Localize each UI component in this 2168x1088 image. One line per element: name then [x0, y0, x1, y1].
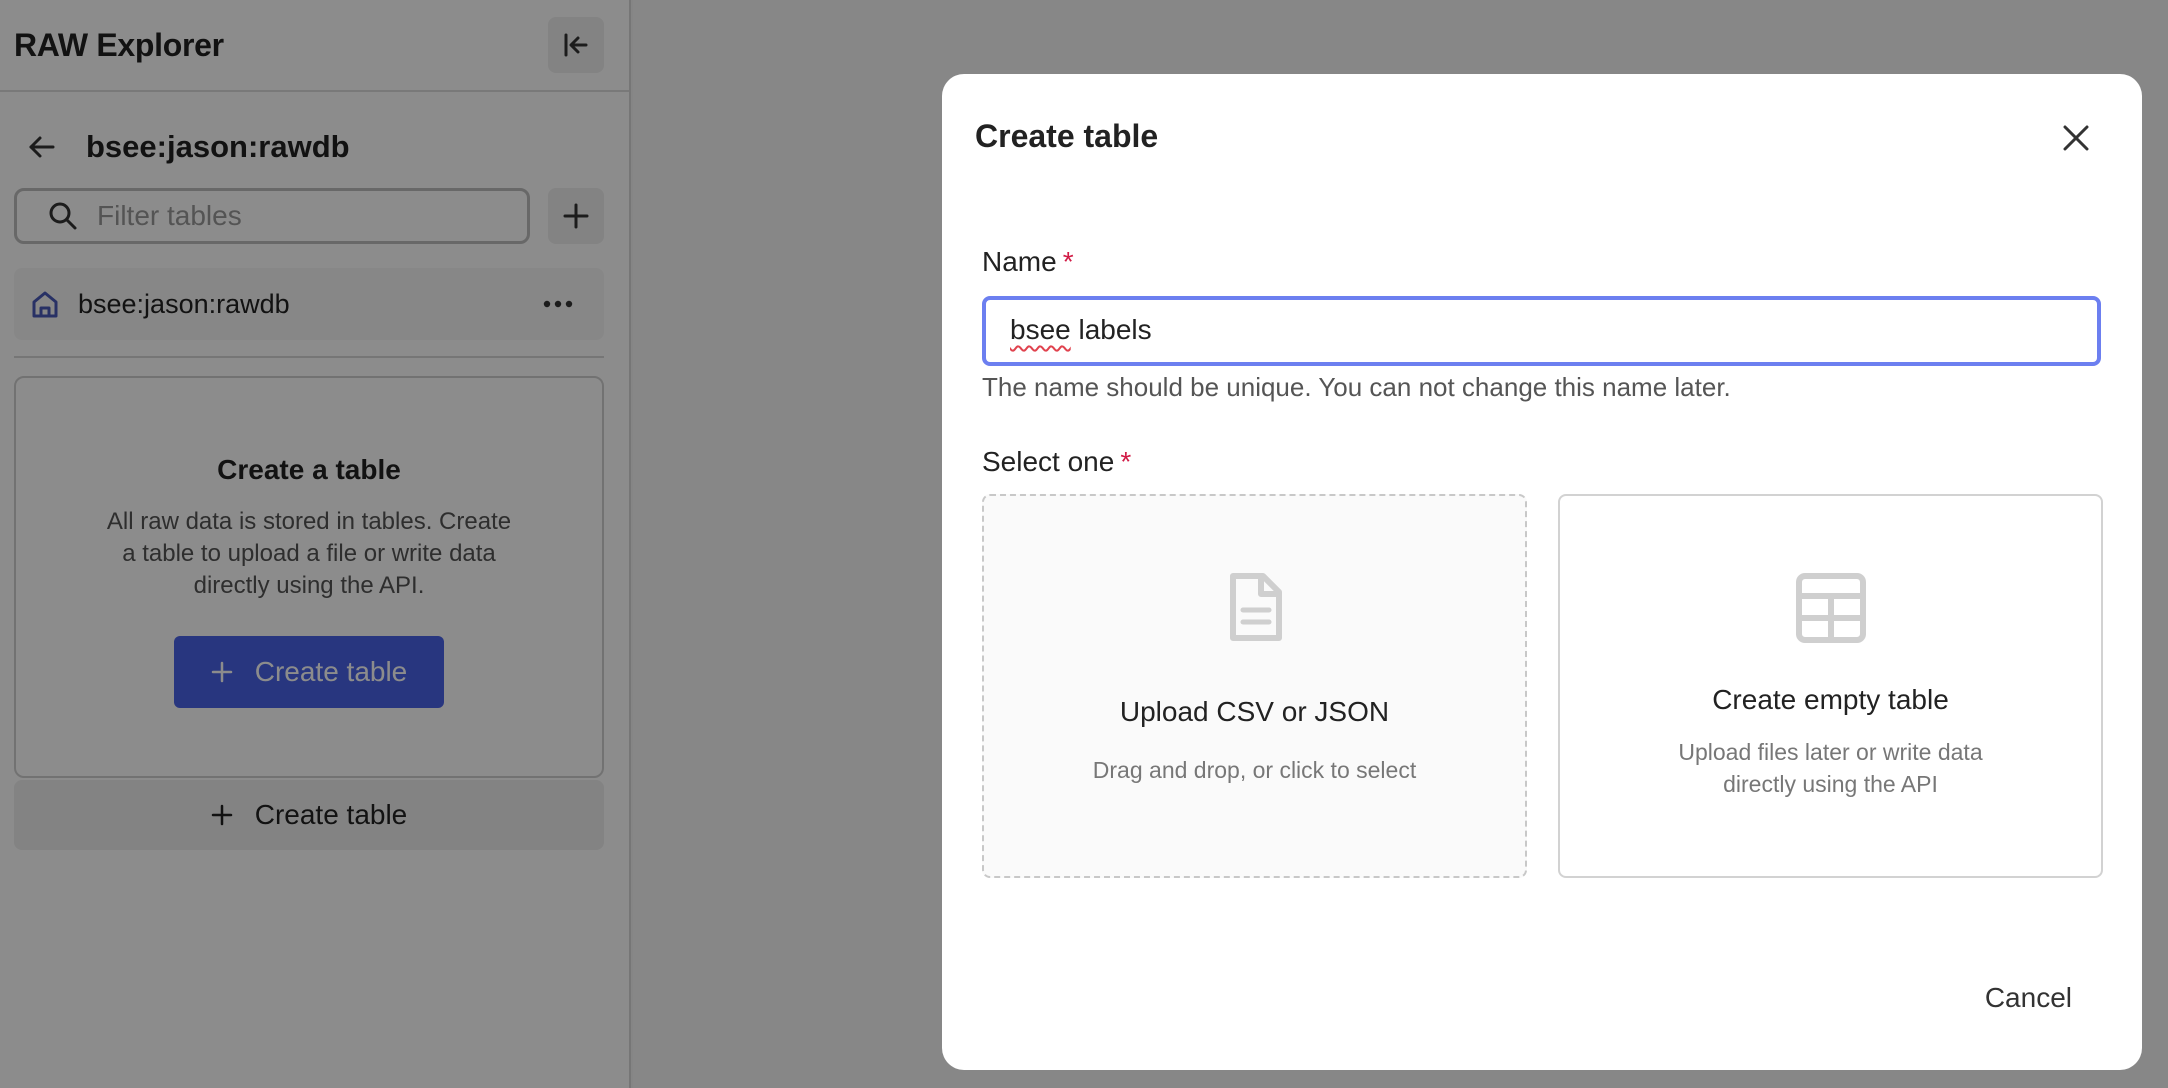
name-label-text: Name	[982, 246, 1057, 277]
create-table-modal: Create table Name * bsee labels The name …	[942, 74, 2142, 1070]
upload-option-description: Drag and drop, or click to select	[1092, 757, 1417, 783]
close-modal-button[interactable]	[2052, 114, 2100, 162]
name-helper-text: The name should be unique. You can not c…	[982, 372, 1731, 402]
name-input[interactable]	[982, 296, 2101, 366]
empty-table-option-title: Create empty table	[1712, 684, 1949, 715]
cancel-button[interactable]: Cancel	[1975, 972, 2082, 1024]
upload-csv-json-option[interactable]: Upload CSV or JSON Drag and drop, or cli…	[982, 494, 1527, 878]
file-icon	[1229, 573, 1282, 641]
table-icon	[1795, 573, 1866, 643]
select-field-label: Select one *	[982, 446, 1131, 478]
create-empty-table-option[interactable]: Create empty table Upload files later or…	[1558, 494, 2103, 878]
close-icon	[2063, 125, 2089, 151]
upload-option-title: Upload CSV or JSON	[1119, 696, 1390, 727]
required-marker: *	[1062, 246, 1074, 277]
empty-table-option-description: Upload files later or write data directl…	[1678, 739, 1983, 797]
name-field-wrapper: bsee labels	[982, 296, 2101, 366]
required-marker: *	[1120, 446, 1132, 477]
modal-title: Create table	[975, 118, 1159, 154]
select-label-text: Select one	[982, 446, 1115, 477]
name-field-label: Name *	[982, 246, 1074, 278]
